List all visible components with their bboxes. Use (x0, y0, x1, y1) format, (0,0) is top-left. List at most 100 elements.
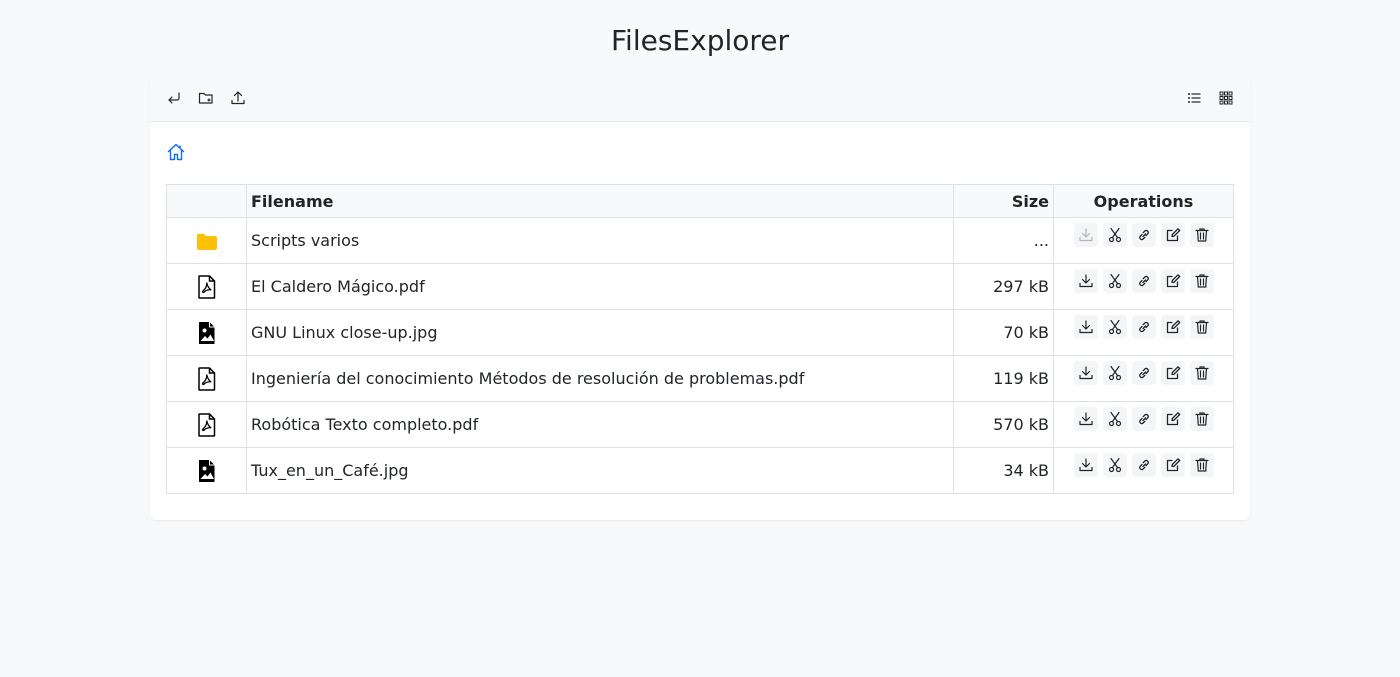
breadcrumb-home[interactable] (166, 142, 188, 164)
delete-button[interactable] (1189, 407, 1214, 431)
return-arrow-icon (168, 92, 180, 104)
operations-cell (1053, 401, 1234, 448)
file-type-cell (166, 447, 247, 494)
rename-button[interactable] (1160, 453, 1185, 477)
link-button[interactable] (1131, 407, 1156, 431)
image-file-icon (171, 459, 242, 483)
file-name[interactable]: Tux_en_un_Café.jpg (246, 447, 954, 494)
trash-icon (1194, 273, 1210, 289)
download-button[interactable] (1073, 223, 1098, 247)
download-button[interactable] (1073, 315, 1098, 339)
header-icon (166, 184, 247, 218)
delete-button[interactable] (1189, 453, 1214, 477)
table-row[interactable]: Tux_en_un_Café.jpg 34 kB (166, 447, 1234, 494)
app-title: FilesExplorer (610, 24, 790, 57)
file-name[interactable]: Robótica Texto completo.pdf (246, 401, 954, 448)
folder-plus-icon (198, 92, 213, 104)
new-folder-button[interactable] (195, 87, 217, 109)
link-icon (1136, 319, 1152, 335)
pdf-file-icon (171, 274, 242, 299)
header-size[interactable]: Size (953, 184, 1054, 218)
list-view-button[interactable] (1183, 87, 1205, 109)
rename-button[interactable] (1160, 315, 1185, 339)
cut-button[interactable] (1102, 269, 1127, 293)
delete-button[interactable] (1189, 315, 1214, 339)
grid-view-button[interactable] (1215, 87, 1237, 109)
home-icon (167, 143, 185, 161)
download-button[interactable] (1073, 453, 1098, 477)
edit-icon (1165, 411, 1181, 427)
file-explorer-panel: Filename Size Operations Scripts varios.… (150, 76, 1250, 520)
trash-icon (1194, 319, 1210, 335)
trash-icon (1194, 457, 1210, 473)
grid-icon (1219, 91, 1233, 105)
link-button[interactable] (1131, 453, 1156, 477)
download-button[interactable] (1073, 407, 1098, 431)
download-icon (1078, 457, 1094, 473)
link-button[interactable] (1131, 223, 1156, 247)
operations-cell (1053, 309, 1234, 356)
file-size: 570 kB (953, 401, 1054, 448)
edit-icon (1165, 319, 1181, 335)
link-button[interactable] (1131, 315, 1156, 339)
pdf-file-icon (171, 412, 242, 437)
operations-cell (1053, 217, 1234, 264)
cut-button[interactable] (1102, 315, 1127, 339)
cut-button[interactable] (1102, 361, 1127, 385)
file-size: 297 kB (953, 263, 1054, 310)
image-file-icon (171, 321, 242, 345)
file-size: 34 kB (953, 447, 1054, 494)
link-button[interactable] (1131, 361, 1156, 385)
file-type-cell (166, 355, 247, 402)
table-header-row: Filename Size Operations (166, 184, 1234, 218)
cut-icon (1107, 227, 1123, 243)
link-button[interactable] (1131, 269, 1156, 293)
file-name[interactable]: Ingeniería del conocimiento Métodos de r… (246, 355, 954, 402)
delete-button[interactable] (1189, 361, 1214, 385)
rename-button[interactable] (1160, 407, 1185, 431)
file-type-cell (166, 263, 247, 310)
file-type-cell (166, 217, 247, 264)
edit-icon (1165, 227, 1181, 243)
edit-icon (1165, 457, 1181, 473)
table-row[interactable]: Robótica Texto completo.pdf 570 kB (166, 401, 1234, 448)
operations-cell (1053, 263, 1234, 310)
header-filename[interactable]: Filename (246, 184, 954, 218)
cut-button[interactable] (1102, 453, 1127, 477)
table-row[interactable]: El Caldero Mágico.pdf 297 kB (166, 263, 1234, 310)
table-row[interactable]: Scripts varios... (166, 217, 1234, 264)
download-button[interactable] (1073, 269, 1098, 293)
folder-icon (171, 229, 242, 253)
cut-icon (1107, 457, 1123, 473)
back-button[interactable] (163, 87, 185, 109)
file-name[interactable]: El Caldero Mágico.pdf (246, 263, 954, 310)
download-icon (1078, 365, 1094, 381)
rename-button[interactable] (1160, 361, 1185, 385)
toolbar (150, 76, 1250, 122)
link-icon (1136, 273, 1152, 289)
upload-icon (231, 91, 245, 105)
trash-icon (1194, 365, 1210, 381)
download-icon (1078, 227, 1094, 243)
cut-button[interactable] (1102, 407, 1127, 431)
cut-icon (1107, 273, 1123, 289)
operations-cell (1053, 355, 1234, 402)
delete-button[interactable] (1189, 223, 1214, 247)
file-size: 119 kB (953, 355, 1054, 402)
file-type-cell (166, 401, 247, 448)
table-row[interactable]: GNU Linux close-up.jpg 70 kB (166, 309, 1234, 356)
cut-icon (1107, 319, 1123, 335)
rename-button[interactable] (1160, 269, 1185, 293)
cut-icon (1107, 411, 1123, 427)
link-icon (1136, 227, 1152, 243)
cut-button[interactable] (1102, 223, 1127, 247)
operations-cell (1053, 447, 1234, 494)
delete-button[interactable] (1189, 269, 1214, 293)
table-row[interactable]: Ingeniería del conocimiento Métodos de r… (166, 355, 1234, 402)
pdf-file-icon (171, 366, 242, 391)
file-name[interactable]: GNU Linux close-up.jpg (246, 309, 954, 356)
rename-button[interactable] (1160, 223, 1185, 247)
upload-button[interactable] (227, 87, 249, 109)
download-button[interactable] (1073, 361, 1098, 385)
file-name[interactable]: Scripts varios (246, 217, 954, 264)
